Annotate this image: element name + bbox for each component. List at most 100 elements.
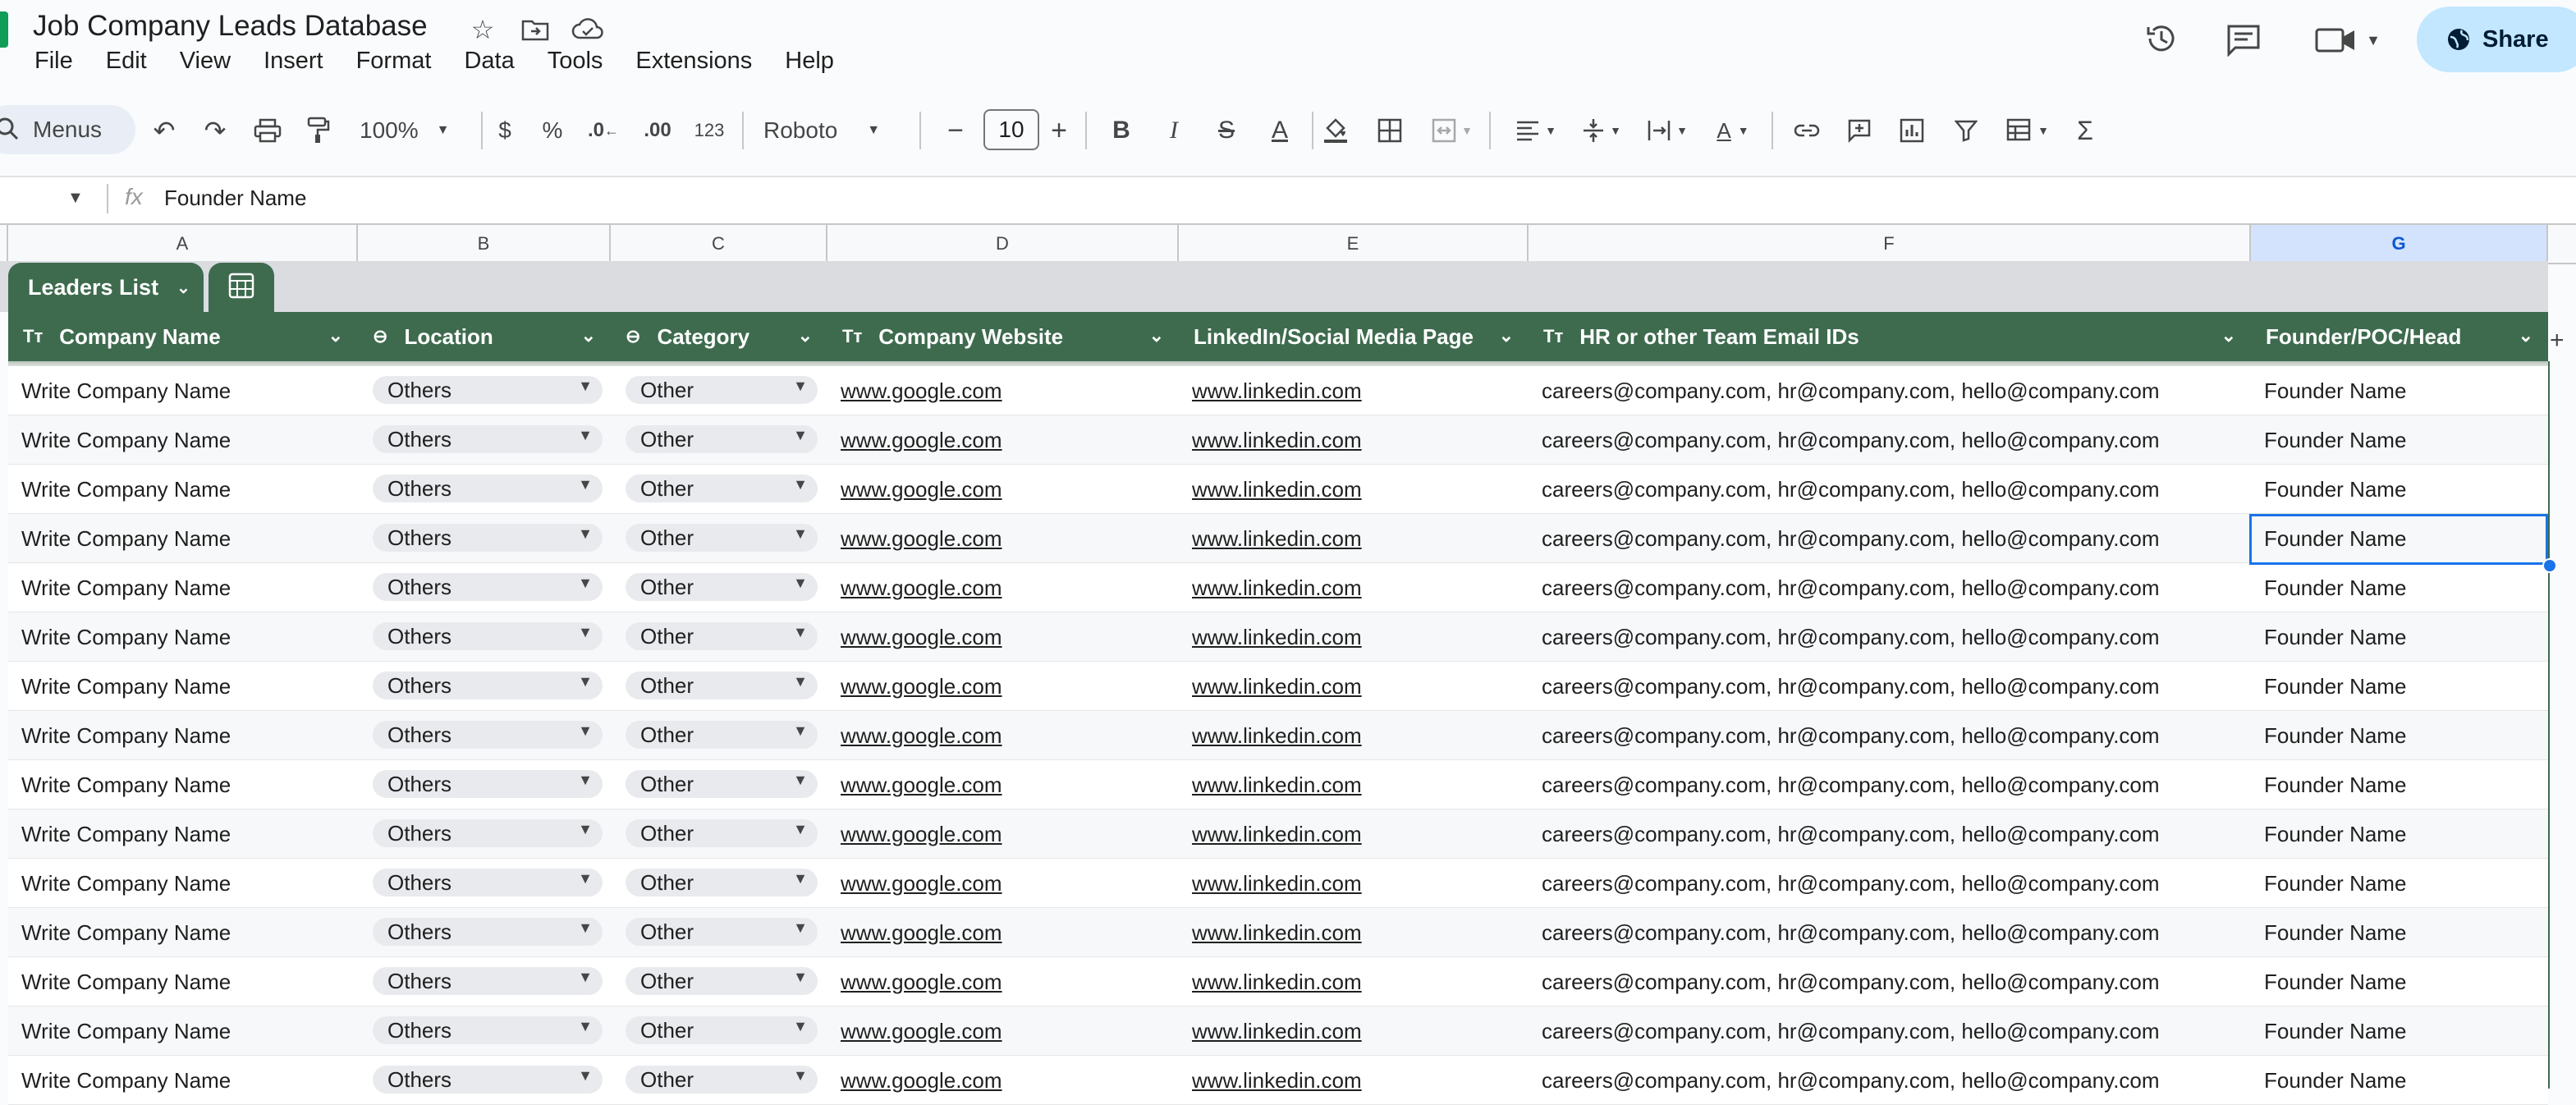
table-header-company-website[interactable]: Tт Company Website ⌄ [827,312,1179,361]
cell-founder[interactable]: Founder Name [2264,612,2543,662]
cell-linkedin[interactable]: www.linkedin.com [1192,957,1520,1006]
fill-color-icon[interactable] [1317,102,1354,159]
category-dropdown-chip[interactable]: Other ▼ [626,475,818,502]
cell-linkedin[interactable]: www.linkedin.com [1192,415,1520,465]
location-dropdown-chip[interactable]: Others ▼ [373,622,603,650]
table-options-button[interactable] [209,263,274,312]
chevron-down-icon[interactable]: ⌄ [1499,325,1514,346]
menu-edit[interactable]: Edit [106,48,147,75]
star-icon[interactable]: ☆ [466,13,499,46]
cell-linkedin[interactable]: www.linkedin.com [1192,1006,1520,1056]
sheets-logo-icon[interactable] [0,11,8,48]
cell-linkedin[interactable]: www.linkedin.com [1192,809,1520,859]
cell-linkedin[interactable]: www.linkedin.com [1192,366,1520,415]
fill-handle[interactable] [2542,558,2557,573]
strikethrough-icon[interactable]: S [1210,102,1243,159]
cell-company-name[interactable]: Write Company Name [21,908,350,957]
cell-founder[interactable]: Founder Name [2264,563,2543,612]
cell-company-website[interactable]: www.google.com [841,366,1169,415]
cell-emails[interactable]: careers@company.com, hr@company.com, hel… [1542,711,2248,760]
cell-emails[interactable]: careers@company.com, hr@company.com, hel… [1542,415,2248,465]
cell-company-name[interactable]: Write Company Name [21,1006,350,1056]
cell-linkedin[interactable]: www.linkedin.com [1192,563,1520,612]
cell-emails[interactable]: careers@company.com, hr@company.com, hel… [1542,957,2248,1006]
undo-icon[interactable]: ↶ [148,102,181,159]
merge-cells-icon[interactable]: ▼ [1425,102,1479,159]
linkedin-link[interactable]: www.linkedin.com [1192,625,1362,650]
table-header-company-name[interactable]: Tт Company Name ⌄ [8,312,358,361]
cell-company-website[interactable]: www.google.com [841,514,1169,563]
location-dropdown-chip[interactable]: Others ▼ [373,475,603,502]
linkedin-link[interactable]: www.linkedin.com [1192,1019,1362,1044]
category-dropdown-chip[interactable]: Other ▼ [626,672,818,699]
linkedin-link[interactable]: www.linkedin.com [1192,428,1362,453]
insert-comment-icon[interactable] [1840,102,1878,159]
cell-company-name[interactable]: Write Company Name [21,711,350,760]
column-header-a[interactable]: A [8,225,358,263]
linkedin-link[interactable]: www.linkedin.com [1192,773,1362,798]
cell-linkedin[interactable]: www.linkedin.com [1192,908,1520,957]
linkedin-link[interactable]: www.linkedin.com [1192,674,1362,699]
cell-emails[interactable]: careers@company.com, hr@company.com, hel… [1542,908,2248,957]
column-header-e[interactable]: E [1179,225,1529,263]
cell-company-website[interactable]: www.google.com [841,908,1169,957]
cell-founder[interactable]: Founder Name [2264,1006,2543,1056]
insert-link-icon[interactable] [1788,102,1826,159]
linkedin-link[interactable]: www.linkedin.com [1192,1068,1362,1094]
location-dropdown-chip[interactable]: Others ▼ [373,721,603,749]
cell-emails[interactable]: careers@company.com, hr@company.com, hel… [1542,760,2248,809]
category-dropdown-chip[interactable]: Other ▼ [626,622,818,650]
cell-linkedin[interactable]: www.linkedin.com [1192,514,1520,563]
zoom-select[interactable]: 100% ▼ [360,102,450,159]
location-dropdown-chip[interactable]: Others ▼ [373,672,603,699]
cell-company-name[interactable]: Write Company Name [21,563,350,612]
cell-company-website[interactable]: www.google.com [841,809,1169,859]
category-dropdown-chip[interactable]: Other ▼ [626,524,818,552]
menu-extensions[interactable]: Extensions [635,48,752,75]
category-dropdown-chip[interactable]: Other ▼ [626,770,818,798]
website-link[interactable]: www.google.com [841,920,1002,946]
chevron-down-icon[interactable]: ⌄ [2221,325,2236,346]
location-dropdown-chip[interactable]: Others ▼ [373,425,603,453]
print-icon[interactable] [250,102,286,159]
website-link[interactable]: www.google.com [841,674,1002,699]
cell-founder[interactable]: Founder Name [2264,366,2543,415]
website-link[interactable]: www.google.com [841,526,1002,552]
redo-icon[interactable]: ↷ [199,102,231,159]
linkedin-link[interactable]: www.linkedin.com [1192,575,1362,601]
cell-linkedin[interactable]: www.linkedin.com [1192,662,1520,711]
linkedin-link[interactable]: www.linkedin.com [1192,378,1362,404]
decrease-font-size-button[interactable]: − [941,102,970,159]
share-button[interactable]: Share [2417,7,2576,72]
cell-founder[interactable]: Founder Name [2264,711,2543,760]
cell-company-name[interactable]: Write Company Name [21,465,350,514]
table-name-chip[interactable]: Leaders List ⌄ [8,263,204,312]
functions-sigma-icon[interactable]: Σ [2069,102,2102,159]
column-header-g[interactable]: G [2251,225,2548,263]
menu-data[interactable]: Data [464,48,514,75]
column-header-d[interactable]: D [827,225,1179,263]
website-link[interactable]: www.google.com [841,575,1002,601]
website-link[interactable]: www.google.com [841,1019,1002,1044]
cell-founder[interactable]: Founder Name [2264,1056,2543,1105]
chevron-down-icon[interactable]: ⌄ [798,325,813,346]
menu-file[interactable]: File [34,48,73,75]
cell-founder[interactable]: Founder Name [2264,760,2543,809]
category-dropdown-chip[interactable]: Other ▼ [626,819,818,847]
chevron-down-icon[interactable]: ⌄ [2519,325,2533,346]
cell-linkedin[interactable]: www.linkedin.com [1192,1056,1520,1105]
cell-linkedin[interactable]: www.linkedin.com [1192,711,1520,760]
cell-emails[interactable]: careers@company.com, hr@company.com, hel… [1542,563,2248,612]
menu-view[interactable]: View [180,48,231,75]
column-header-next[interactable] [2548,225,2576,263]
italic-icon[interactable]: I [1157,102,1190,159]
cell-emails[interactable]: careers@company.com, hr@company.com, hel… [1542,859,2248,908]
linkedin-link[interactable]: www.linkedin.com [1192,822,1362,847]
decrease-decimal-button[interactable]: .0 ← [583,102,624,159]
borders-icon[interactable] [1371,102,1409,159]
add-column-icon[interactable]: + [2550,327,2565,355]
document-title[interactable]: Job Company Leads Database [33,10,428,43]
category-dropdown-chip[interactable]: Other ▼ [626,573,818,601]
currency-format-button[interactable]: $ [484,102,525,159]
website-link[interactable]: www.google.com [841,723,1002,749]
